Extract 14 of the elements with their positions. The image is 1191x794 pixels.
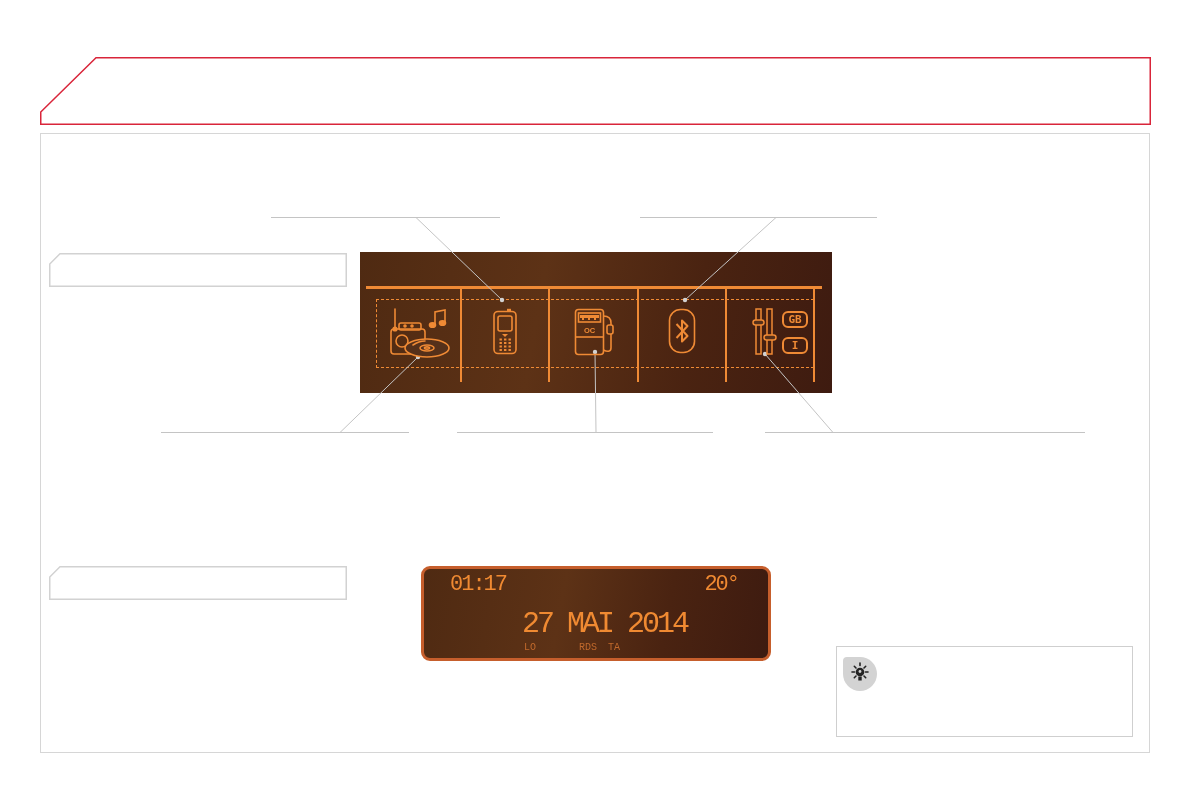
- bluetooth-icon: [668, 308, 696, 354]
- temperature-readout: 20°: [704, 573, 738, 597]
- indicator-label: RDS: [579, 643, 598, 653]
- mobile-phone-icon: [492, 308, 518, 355]
- sliders-icon: [752, 308, 778, 355]
- date-readout: 27 MAI 2014: [522, 609, 688, 639]
- radio-cd-music-icon: [389, 308, 451, 358]
- time-readout: 01:17: [450, 573, 506, 597]
- lamp-icon: [843, 657, 877, 691]
- indicator-label: LO: [524, 643, 536, 653]
- code-tag: I: [782, 337, 808, 354]
- code-tag: GB: [782, 311, 808, 328]
- indicator-label: TA: [608, 643, 621, 653]
- fuel-pump-icon: [574, 308, 614, 356]
